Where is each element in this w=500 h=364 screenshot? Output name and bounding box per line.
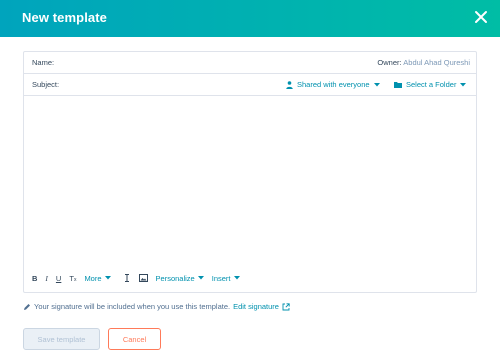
sharing-label: Shared with everyone <box>297 80 370 89</box>
template-editor: Name: Owner: Abdul Ahad Qureshi Subject:… <box>23 51 477 293</box>
subject-row: Subject: Shared with everyone Select a F… <box>24 74 476 96</box>
folder-label: Select a Folder <box>406 80 457 89</box>
user-icon <box>286 80 293 89</box>
edit-signature-label: Edit signature <box>233 302 279 311</box>
italic-button[interactable]: I <box>45 274 48 283</box>
insert-image-button[interactable] <box>138 274 148 282</box>
subject-label: Subject: <box>32 80 60 89</box>
signature-notice: Your signature will be included when you… <box>23 302 290 311</box>
personalize-dropdown[interactable]: Personalize <box>156 274 204 283</box>
image-icon <box>138 274 148 282</box>
folder-icon <box>394 82 402 88</box>
pen-icon <box>24 303 30 310</box>
insert-dropdown[interactable]: Insert <box>212 274 240 283</box>
link-icon <box>124 274 129 282</box>
clear-format-button[interactable]: Tx <box>69 273 76 284</box>
personalize-label: Personalize <box>155 273 195 283</box>
owner-name: Abdul Ahad Qureshi <box>403 58 470 67</box>
signature-text: Your signature will be included when you… <box>34 302 231 311</box>
owner-display: Owner: Abdul Ahad Qureshi <box>377 58 470 67</box>
close-icon[interactable] <box>474 10 488 24</box>
template-body[interactable] <box>24 96 476 266</box>
chevron-down-icon <box>373 82 380 86</box>
modal-header: New template <box>0 0 500 37</box>
chevron-down-icon <box>197 276 204 280</box>
owner-label: Owner: <box>377 58 402 67</box>
formatting-toolbar: B I U Tx More Personalize Insert <box>32 272 248 284</box>
name-label: Name: <box>32 58 55 67</box>
modal-title: New template <box>22 10 108 25</box>
bold-button[interactable]: B <box>32 274 37 283</box>
save-template-button[interactable]: Save template <box>23 328 100 350</box>
more-label: More <box>84 273 102 283</box>
folder-dropdown[interactable]: Select a Folder <box>394 80 467 89</box>
edit-signature-link[interactable]: Edit signature <box>233 302 290 311</box>
cancel-button[interactable]: Cancel <box>108 328 161 350</box>
insert-link-button[interactable] <box>123 274 131 282</box>
underline-button[interactable]: U <box>56 274 61 283</box>
chevron-down-icon <box>460 82 467 86</box>
more-dropdown[interactable]: More <box>84 273 111 283</box>
chevron-down-icon <box>104 276 111 280</box>
chevron-down-icon <box>233 276 240 280</box>
insert-label: Insert <box>211 273 231 283</box>
external-link-icon <box>282 302 290 310</box>
name-row: Name: Owner: Abdul Ahad Qureshi <box>24 52 476 74</box>
sharing-dropdown[interactable]: Shared with everyone <box>286 80 380 89</box>
